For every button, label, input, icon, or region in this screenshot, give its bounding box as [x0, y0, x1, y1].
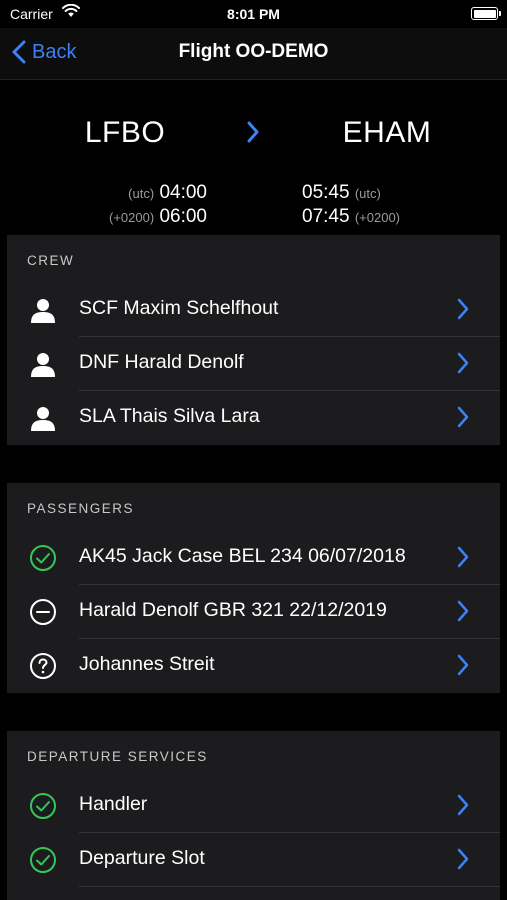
chevron-right-icon [456, 298, 470, 325]
question-circle-icon [29, 652, 57, 680]
arrival-utc-time: 05:45 (utc) [302, 182, 381, 204]
passenger-name: AK45 Jack Case BEL 234 06/07/2018 [79, 545, 406, 567]
time-value: 07:45 [302, 206, 350, 227]
service-name: Departure Slot [79, 847, 205, 869]
time-value: 04:00 [159, 182, 207, 203]
service-row[interactable] [7, 887, 500, 900]
time-value: 06:00 [159, 206, 207, 227]
back-button[interactable]: Back [12, 40, 76, 64]
person-icon [29, 404, 57, 432]
departure-airport: LFBO [84, 116, 166, 149]
back-label: Back [32, 40, 77, 63]
battery-icon [471, 7, 501, 20]
person-icon [29, 296, 57, 324]
crew-section: CREW SCF Maxim Schelfhout DNF Harald Den… [7, 235, 500, 445]
route-summary: LFBO EHAM (utc) 04:00 (+0200) 06:00 05:4… [0, 80, 507, 234]
chevron-right-icon [456, 352, 470, 379]
crew-row[interactable]: SLA Thais Silva Lara [7, 391, 500, 445]
checkmark-circle-icon [29, 846, 57, 874]
timezone-label: (+0200) [354, 210, 400, 225]
section-header: DEPARTURE SERVICES [27, 749, 208, 764]
crew-row[interactable]: SCF Maxim Schelfhout [7, 283, 500, 337]
checkmark-circle-icon [29, 792, 57, 820]
crew-name: SLA Thais Silva Lara [79, 405, 260, 427]
section-header: CREW [27, 253, 75, 268]
service-row[interactable]: Departure Slot [7, 833, 500, 887]
passenger-name: Johannes Streit [79, 653, 215, 675]
passengers-section: PASSENGERS AK45 Jack Case BEL 234 06/07/… [7, 483, 500, 693]
checkmark-circle-icon [29, 544, 57, 572]
chevron-right-icon [456, 546, 470, 573]
crew-row[interactable]: DNF Harald Denolf [7, 337, 500, 391]
passenger-row[interactable]: Johannes Streit [7, 639, 500, 693]
time-value: 05:45 [302, 182, 350, 203]
section-header: PASSENGERS [27, 501, 135, 516]
status-bar: Carrier 8:01 PM [0, 0, 507, 28]
service-row[interactable]: Handler [7, 779, 500, 833]
crew-name: DNF Harald Denolf [79, 351, 244, 373]
arrival-airport: EHAM [342, 116, 432, 149]
chevron-right-icon [456, 848, 470, 875]
arrival-local-time: 07:45 (+0200) [302, 206, 400, 228]
chevron-right-icon [456, 794, 470, 821]
chevron-right-icon [456, 406, 470, 433]
status-time: 8:01 PM [227, 6, 280, 22]
passenger-name: Harald Denolf GBR 321 22/12/2019 [79, 599, 387, 621]
minus-circle-icon [29, 598, 57, 626]
passenger-row[interactable]: Harald Denolf GBR 321 22/12/2019 [7, 585, 500, 639]
chevron-left-icon [12, 40, 26, 64]
timezone-label: (+0200) [109, 210, 155, 225]
departure-services-section: DEPARTURE SERVICES Handler Departure Slo… [7, 731, 500, 900]
departure-local-time: (+0200) 06:00 [109, 206, 207, 228]
timezone-label: (utc) [354, 186, 381, 201]
navigation-bar: Back Flight OO-DEMO [0, 28, 507, 80]
crew-name: SCF Maxim Schelfhout [79, 297, 279, 319]
passenger-row[interactable]: AK45 Jack Case BEL 234 06/07/2018 [7, 531, 500, 585]
timezone-label: (utc) [128, 186, 155, 201]
chevron-right-icon [456, 600, 470, 627]
departure-utc-time: (utc) 04:00 [128, 182, 207, 204]
chevron-right-icon [456, 654, 470, 681]
service-name: Handler [79, 793, 148, 815]
person-icon [29, 350, 57, 378]
